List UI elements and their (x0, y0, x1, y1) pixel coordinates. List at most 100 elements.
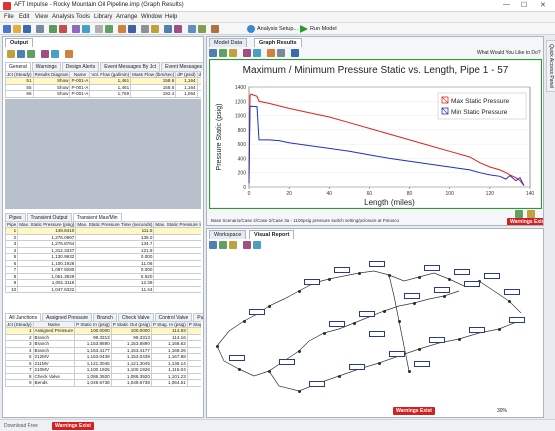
tab-visual-report[interactable]: Visual Report (249, 230, 295, 239)
junction-node[interactable] (397, 319, 401, 323)
graph-export-icon[interactable] (291, 49, 299, 57)
result-label-box[interactable] (404, 293, 420, 299)
result-label-box[interactable] (334, 267, 350, 273)
junction-table-header[interactable]: P Stag. Out (psig) (186, 321, 201, 328)
graph-pan-icon[interactable] (253, 49, 261, 57)
workspace-icon[interactable] (188, 25, 196, 33)
result-label-box[interactable] (484, 273, 500, 279)
quick-access-tab[interactable]: Quick Access Panel (546, 40, 555, 93)
junction-table-row[interactable]: 8 Check Valve 1,086.3920 1,086.3920 1,101.23… (5, 372, 201, 380)
junction-table-row[interactable]: 9Bends1,049.67381,049.67381,064.511,064.… (5, 379, 201, 387)
result-label-box[interactable] (369, 331, 385, 337)
junction-table-row[interactable]: 3Branch1,153.88901,153.88901,168.621,168… (5, 340, 201, 348)
result-label-box[interactable] (429, 337, 445, 343)
result-label-box[interactable] (454, 269, 470, 275)
copy-output-icon[interactable] (17, 50, 25, 58)
result-label-box[interactable] (304, 279, 320, 285)
tab-workspace[interactable]: Workspace (209, 230, 247, 239)
junction-node[interactable] (387, 273, 391, 277)
menu-tools[interactable]: Tools (76, 14, 90, 20)
menu-analysis[interactable]: Analysis (52, 14, 74, 20)
junction-table-row[interactable]: 5212MV1,153.04391,153.04391,167.881,167.… (5, 353, 201, 361)
graph-zoom-icon[interactable] (243, 49, 251, 57)
options-icon[interactable] (141, 25, 149, 33)
junction-table-header[interactable]: Jct (Steady) (5, 321, 34, 328)
result-label-box[interactable] (389, 351, 405, 357)
junction-node[interactable] (497, 327, 501, 331)
result-label-box[interactable] (309, 381, 325, 387)
menu-edit[interactable]: Edit (19, 14, 29, 20)
result-label-box[interactable] (329, 321, 345, 327)
junction-node[interactable] (267, 304, 271, 308)
report-icon[interactable] (164, 25, 172, 33)
result-label-box[interactable] (434, 287, 450, 293)
junction-table-header[interactable]: P Stag. In (psig) (150, 321, 188, 328)
junction-table-row[interactable]: 7210MV1,100.19261,100.19261,115.041,115.… (5, 366, 201, 374)
run-model-icon[interactable] (300, 25, 308, 33)
result-label-box[interactable] (229, 355, 245, 361)
menu-view[interactable]: View (35, 14, 48, 20)
scenario-icon[interactable] (118, 25, 126, 33)
junction-node[interactable] (412, 301, 416, 305)
model-icon[interactable] (82, 25, 90, 33)
junction-node[interactable] (417, 275, 421, 279)
ws-label-icon[interactable] (243, 241, 251, 249)
subtab-event-time[interactable]: Event Messages By Time (161, 62, 203, 71)
menu-help[interactable]: Help (165, 14, 177, 20)
menu-arrange[interactable]: Arrange (116, 14, 137, 20)
junction-node[interactable] (297, 289, 301, 293)
result-label-box[interactable] (424, 265, 440, 271)
what-would-you-like[interactable]: What Would You Like to Do? (477, 50, 541, 56)
zoom-level[interactable]: 30% (497, 408, 507, 414)
result-label-box[interactable] (279, 359, 295, 365)
tab-output[interactable]: Output (5, 38, 34, 47)
subtab-general[interactable]: General (5, 62, 31, 71)
result-label-box[interactable] (249, 309, 265, 315)
workspace-warnings-badge[interactable]: Warnings Exist (393, 407, 435, 415)
result-label-box[interactable] (469, 327, 485, 333)
junction-node[interactable] (337, 374, 341, 378)
analysis-setup-button[interactable]: Analysis Setup... (257, 26, 298, 32)
pump-table-header[interactable]: Mass Flow (lbm/sec) (130, 71, 177, 78)
output-icon[interactable] (198, 25, 206, 33)
junction-node[interactable] (442, 294, 446, 298)
minimize-button[interactable]: — (503, 1, 510, 8)
graph-copy-icon[interactable] (229, 49, 237, 57)
junction-node[interactable] (322, 331, 326, 335)
subtab-warnings[interactable]: Warnings (31, 62, 61, 71)
pump-table-header[interactable]: Jct (Steady) (5, 71, 34, 78)
print-output-icon[interactable] (7, 50, 15, 58)
junction-node[interactable] (267, 369, 271, 373)
ws-pan-icon[interactable] (229, 241, 237, 249)
status-warnings-badge[interactable]: Warnings Exist (52, 422, 94, 430)
graph-print-icon[interactable] (209, 49, 217, 57)
result-label-box[interactable] (414, 361, 430, 367)
junction-table-row[interactable]: 2Branch99.331399.3313114.16114.16 (5, 333, 201, 341)
junction-node[interactable] (297, 349, 301, 353)
section-icon[interactable] (65, 50, 73, 58)
result-label-box[interactable] (464, 281, 480, 287)
junction-table-row[interactable]: 4Branch1,153.41771,153.41771,168.261,168… (5, 346, 201, 354)
transient-table-row[interactable]: 101,047.632211.440651.4237480.00 (5, 285, 201, 293)
save-icon[interactable] (23, 25, 31, 33)
menu-file[interactable]: File (4, 14, 14, 20)
result-label-box[interactable] (369, 261, 385, 267)
visual-icon[interactable] (211, 25, 219, 33)
junction-node[interactable] (327, 277, 331, 281)
junction-table-row[interactable]: 6211MV1,121.30451,121.30451,136.141,136.… (5, 359, 201, 367)
transient-table-header[interactable]: Max. Static Pressure Time (seconds) (75, 221, 155, 228)
junction-node[interactable] (507, 299, 511, 303)
graph-icon[interactable] (174, 25, 182, 33)
junction-node[interactable] (407, 369, 411, 373)
menu-library[interactable]: Library (94, 14, 112, 20)
pump-table-header[interactable]: Results Diagram (32, 71, 71, 78)
junction-node[interactable] (237, 367, 241, 371)
units-icon[interactable] (151, 25, 159, 33)
graph-warnings-badge[interactable]: Warnings Exist (507, 218, 543, 225)
pump-table-header[interactable]: Vol. Flow (gal/min) (89, 71, 132, 78)
result-label-box[interactable] (349, 364, 365, 370)
junction-node[interactable] (377, 361, 381, 365)
junction-node[interactable] (352, 321, 356, 325)
result-label-box[interactable] (504, 289, 520, 295)
junction-node[interactable] (215, 344, 219, 348)
